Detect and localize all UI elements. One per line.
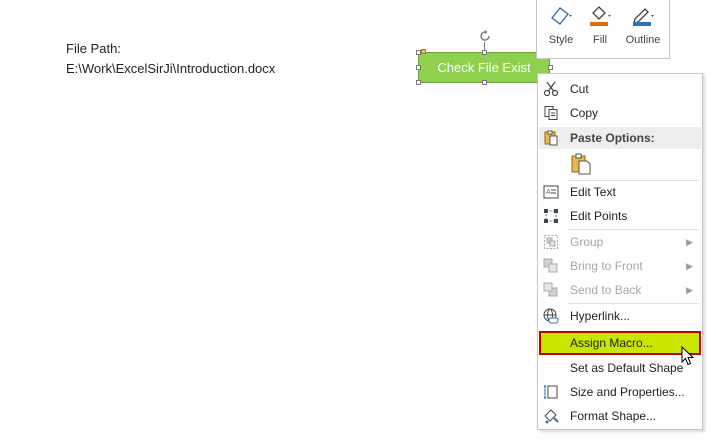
bring-front-icon bbox=[543, 258, 558, 273]
rotate-handle-icon[interactable] bbox=[478, 29, 492, 43]
resize-handle-right[interactable] bbox=[548, 65, 553, 70]
resize-handle-top[interactable] bbox=[482, 50, 487, 55]
menu-item-copy[interactable]: Copy bbox=[539, 102, 701, 124]
menu-separator bbox=[568, 303, 699, 304]
shape-label: Check File Exist bbox=[437, 60, 531, 75]
check-file-exist-shape[interactable]: Check File Exist bbox=[418, 52, 550, 83]
paste-icon bbox=[544, 130, 558, 146]
mini-toolbar: Style Fill Outline bbox=[536, 0, 670, 59]
scissors-icon bbox=[543, 81, 559, 97]
resize-handle-tl[interactable] bbox=[416, 50, 421, 55]
send-back-icon bbox=[543, 282, 558, 297]
menu-item-cut[interactable]: Cut bbox=[539, 78, 701, 100]
style-button[interactable]: Style bbox=[546, 4, 576, 46]
menu-item-format-shape[interactable]: Format Shape... bbox=[539, 405, 701, 427]
group-icon bbox=[544, 235, 558, 249]
resize-handle-bl[interactable] bbox=[416, 80, 421, 85]
menu-item-edit-points[interactable]: Edit Points bbox=[539, 205, 701, 227]
file-path-value: E:\Work\ExcelSirJi\Introduction.docx bbox=[66, 61, 276, 76]
menu-item-hyperlink[interactable]: Hyperlink... bbox=[539, 305, 701, 327]
menu-item-size-properties[interactable]: Size and Properties... bbox=[539, 381, 701, 403]
svg-text:A: A bbox=[546, 188, 551, 196]
menu-item-group[interactable]: Group ▶ bbox=[539, 231, 701, 253]
pen-outline-icon bbox=[623, 4, 663, 28]
copy-icon bbox=[544, 106, 558, 120]
mouse-cursor-icon bbox=[681, 346, 695, 366]
outline-button[interactable]: Outline bbox=[623, 4, 663, 46]
format-shape-icon bbox=[544, 409, 559, 424]
paste-options-header: Paste Options: bbox=[539, 127, 701, 149]
shape-style-icon bbox=[546, 4, 576, 28]
resize-handle-left[interactable] bbox=[416, 65, 421, 70]
edit-text-icon: A bbox=[543, 185, 559, 199]
menu-item-send-to-back[interactable]: Send to Back ▶ bbox=[539, 279, 701, 301]
menu-item-set-default-shape[interactable]: Set as Default Shape bbox=[539, 357, 701, 379]
menu-separator bbox=[568, 229, 699, 230]
menu-item-edit-text[interactable]: A Edit Text bbox=[539, 181, 701, 203]
fill-button[interactable]: Fill bbox=[587, 4, 613, 46]
adjust-handle[interactable] bbox=[421, 49, 426, 54]
size-properties-icon bbox=[543, 385, 558, 399]
submenu-arrow-icon: ▶ bbox=[686, 237, 693, 247]
fill-bucket-icon bbox=[587, 4, 613, 28]
menu-item-assign-macro[interactable]: Assign Macro... bbox=[539, 331, 701, 355]
submenu-arrow-icon: ▶ bbox=[686, 261, 693, 271]
submenu-arrow-icon: ▶ bbox=[686, 285, 693, 295]
resize-handle-bottom[interactable] bbox=[482, 80, 487, 85]
menu-item-bring-to-front[interactable]: Bring to Front ▶ bbox=[539, 255, 701, 277]
edit-points-icon bbox=[544, 209, 558, 223]
file-path-label: File Path: bbox=[66, 41, 121, 56]
paste-keep-source-button[interactable] bbox=[539, 151, 701, 177]
paste-clipboard-icon bbox=[571, 153, 591, 175]
context-menu: Cut Copy Paste Options: A Edit Text Edit… bbox=[537, 73, 703, 430]
hyperlink-icon bbox=[543, 308, 559, 324]
